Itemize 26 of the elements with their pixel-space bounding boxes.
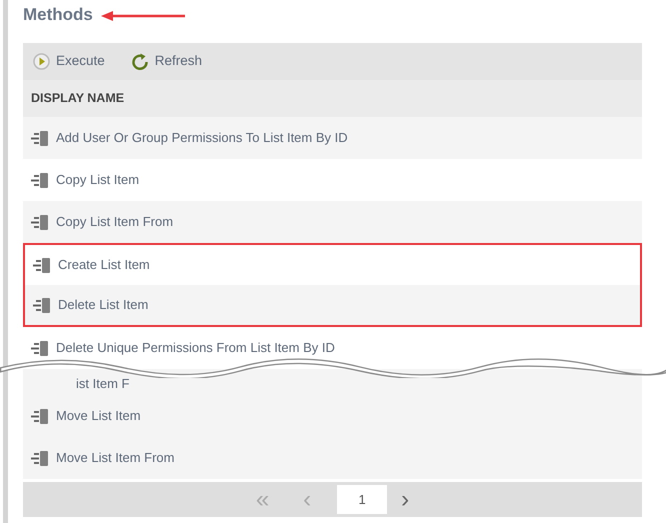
method-row[interactable]: Copy List Item [23, 159, 642, 201]
method-icon [31, 408, 48, 424]
method-icon [31, 450, 48, 466]
section-title: Methods [23, 5, 93, 26]
play-icon [33, 53, 50, 70]
method-icon [33, 258, 50, 272]
method-row[interactable]: Create List Item [25, 245, 640, 285]
refresh-icon [130, 52, 149, 70]
next-page-button[interactable]: › [393, 488, 418, 512]
column-header: DISPLAY NAME [31, 90, 124, 108]
method-row[interactable]: Copy List Item From [23, 201, 642, 243]
row-text: ist Item F [75, 374, 130, 392]
arrow-icon [100, 10, 185, 20]
method-row[interactable]: Move List Item [23, 395, 642, 437]
method-row[interactable]: Add User Or Group Permissions To List Item By ID [23, 117, 642, 159]
page-number-field[interactable]: 1 [337, 485, 388, 514]
method-icon [31, 172, 48, 188]
method-row[interactable]: Delete List Item [25, 285, 640, 325]
method-row[interactable]: Delete Unique Permissions From List Item By ID [23, 327, 642, 369]
method-icon [31, 340, 48, 356]
method-icon [33, 298, 50, 312]
execute-button[interactable]: Execute [33, 51, 115, 72]
refresh-button[interactable]: Refresh [130, 51, 212, 72]
method-icon [31, 130, 48, 146]
method-icon [31, 214, 48, 230]
method-row[interactable]: Move List Item From [23, 437, 642, 479]
